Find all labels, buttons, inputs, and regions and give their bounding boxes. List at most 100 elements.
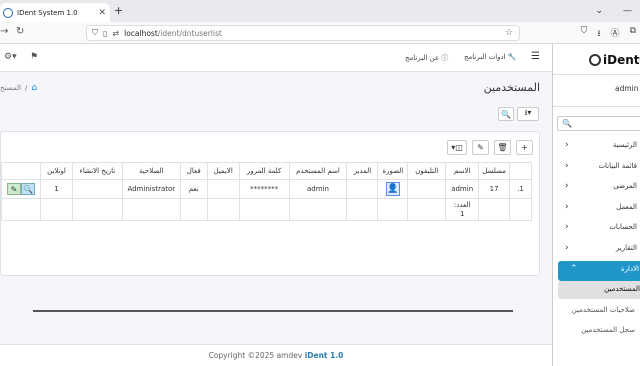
sidebar-item-home[interactable]: الرئيسية ‹	[553, 137, 640, 157]
col-serial[interactable]: مسلسل	[478, 162, 511, 180]
sidebar-subitem-user-permissions[interactable]: صلاحيات المستخدمين	[553, 302, 639, 320]
about-program-link[interactable]: ⓘ عن البرنامج	[405, 53, 448, 63]
cell-created	[71, 179, 123, 199]
app-root: ⚙▾ ⚑ ⓘ عن البرنامج 🔧 ادوات البرنامج ☰ ⌂ …	[0, 44, 640, 366]
info-icon: ⓘ	[441, 54, 449, 62]
download-icon[interactable]: ⭳	[597, 26, 600, 42]
col-online[interactable]: اونلاين	[40, 162, 73, 180]
footer-brand[interactable]: iDent 1.0	[305, 351, 344, 360]
brand-logo[interactable]: iDentsy	[589, 49, 640, 71]
breadcrumb-current: المستخ	[0, 84, 21, 92]
col-active[interactable]: فعال	[179, 162, 208, 180]
row-actions: 🔍 ✎	[7, 183, 35, 195]
chevron-up-icon: ⌃	[570, 264, 578, 274]
flag-icon[interactable]: ⚑	[30, 52, 38, 62]
extensions-icon[interactable]: ⧉	[630, 26, 636, 42]
cell-empty	[121, 198, 181, 221]
sidebar-user[interactable]: admin	[615, 84, 639, 93]
breadcrumb: ⌂ / المستخ	[0, 83, 37, 93]
sidebar-search-input[interactable]: 🔍	[557, 116, 640, 131]
col-password[interactable]: كلمة المرور	[238, 162, 290, 180]
cell-empty	[509, 198, 532, 221]
cell-actions: 🔍 ✎	[0, 179, 42, 199]
delete-button[interactable]: 🗑	[494, 140, 511, 155]
sidebar-item-lab[interactable]: المعمل ‹	[553, 199, 640, 219]
col-photo[interactable]: الصورة	[377, 162, 409, 180]
cell-name: admin	[445, 179, 480, 199]
window-controls: ⌄ —	[595, 0, 640, 22]
page-title: المستخدمين	[483, 81, 540, 94]
shield-icon[interactable]: ⛉	[92, 28, 98, 38]
edit-button[interactable]: ✎	[472, 140, 489, 155]
sidebar-item-patients[interactable]: المرضى ‹	[553, 178, 640, 198]
col-created[interactable]: تاريخ الانشاء	[71, 162, 123, 180]
new-tab-button[interactable]: +	[114, 4, 123, 17]
table-row[interactable]: 1. 17 admin 👤 admin ******** نعم Adminis…	[0, 179, 532, 199]
col-role[interactable]: الصلاحية	[121, 162, 181, 180]
sidebar-subitem-user-log[interactable]: سجل المستخدمين	[553, 322, 639, 340]
wrench-icon: 🔧	[507, 53, 517, 61]
minimize-icon[interactable]: —	[623, 6, 632, 16]
add-button[interactable]: +	[516, 140, 533, 155]
browser-tab[interactable]: IDent System 1.0 ✕	[0, 3, 110, 22]
browser-tabbar: IDent System 1.0 ✕ + ⌄ —	[0, 0, 640, 22]
tab-list-icon[interactable]: ⌄	[595, 6, 603, 16]
cell-username: admin	[288, 179, 348, 199]
account-icon[interactable]: Ⓐ	[611, 26, 620, 42]
col-username[interactable]: اسم المستخدم	[288, 162, 348, 180]
cell-empty	[346, 198, 379, 221]
sidebar-item-label: المعمل	[616, 203, 637, 211]
main-content: ⚙▾ ⚑ ⓘ عن البرنامج 🔧 ادوات البرنامج ☰ ⌂ …	[0, 44, 552, 366]
export-dropdown-button[interactable]: ⭳▾	[517, 107, 539, 121]
table-footer-row: العدد: 1	[0, 198, 532, 221]
chevron-left-icon: ‹	[565, 202, 569, 212]
menu-toggle-icon[interactable]: ☰	[531, 51, 540, 62]
row-edit-icon[interactable]: ✎	[7, 183, 21, 195]
about-label: عن البرنامج	[405, 54, 440, 62]
col-manager[interactable]: المدير	[346, 162, 379, 180]
close-tab-icon[interactable]: ✕	[98, 8, 106, 18]
bookmark-star-icon[interactable]: ☆	[505, 28, 513, 38]
table-scrollbar[interactable]	[33, 310, 513, 312]
cell-empty	[377, 198, 409, 221]
search-icon[interactable]: 🔍	[562, 119, 572, 128]
row-search-icon[interactable]: 🔍	[21, 183, 35, 195]
card-toolbar: ▾◫ ✎ 🗑 +	[447, 140, 533, 155]
connection-icon[interactable]: ⇄	[112, 29, 119, 38]
reload-icon[interactable]: ↻	[16, 26, 24, 37]
table-header-row: مسلسل الاسم التليفون الصورة المدير اسم ا…	[0, 162, 532, 180]
page-footer: Copyright ©2025 amdev iDent 1.0	[0, 344, 552, 366]
program-tools-link[interactable]: 🔧 ادوات البرنامج	[464, 53, 517, 61]
col-phone[interactable]: التليفون	[407, 162, 447, 180]
sidebar-item-label: قائمة البيانات	[598, 162, 637, 170]
sidebar-item-admin[interactable]: الادارة ⌃	[558, 261, 640, 281]
col-email[interactable]: الايميل	[206, 162, 240, 180]
cell-manager	[346, 179, 379, 199]
cell-empty	[71, 198, 123, 221]
search-button[interactable]: 🔍	[498, 107, 514, 121]
columns-toggle-button[interactable]: ▾◫	[447, 140, 467, 155]
address-bar[interactable]: ⛉ ▯ ⇄ localhost/ident/dntuserlist ☆	[86, 25, 520, 41]
sidebar-item-data-list[interactable]: قائمة البيانات ‹	[553, 158, 640, 178]
cell-phone	[407, 179, 447, 199]
home-icon[interactable]: ⌂	[31, 83, 37, 93]
sidebar-item-accounts[interactable]: الحسابات ‹	[553, 219, 640, 239]
sidebar-subitem-label: المستخدمين	[604, 285, 640, 293]
cell-email	[206, 179, 240, 199]
settings-gear-icon[interactable]: ⚙▾	[4, 52, 17, 62]
cell-password: ********	[238, 179, 290, 199]
col-name[interactable]: الاسم	[445, 162, 480, 180]
sidebar-item-reports[interactable]: التقارير ‹	[553, 240, 640, 260]
divider	[553, 74, 640, 75]
sidebar-subitem-label: سجل المستخدمين	[581, 326, 635, 334]
user-avatar[interactable]: 👤	[385, 182, 400, 196]
sidebar-item-label: التقارير	[615, 244, 637, 252]
sidebar-item-label: الرئيسية	[612, 141, 637, 149]
sidebar-subitem-users[interactable]: المستخدمين	[558, 281, 640, 299]
chevron-left-icon: ‹	[565, 140, 569, 150]
back-icon[interactable]: →	[0, 26, 8, 37]
cell-empty	[0, 198, 42, 221]
page-icon: ▯	[103, 28, 108, 38]
pocket-icon[interactable]: ⛉	[581, 26, 588, 42]
sidebar: iDentsy admin 🔍 الرئيسية ‹ قائمة البيانات…	[552, 44, 640, 366]
